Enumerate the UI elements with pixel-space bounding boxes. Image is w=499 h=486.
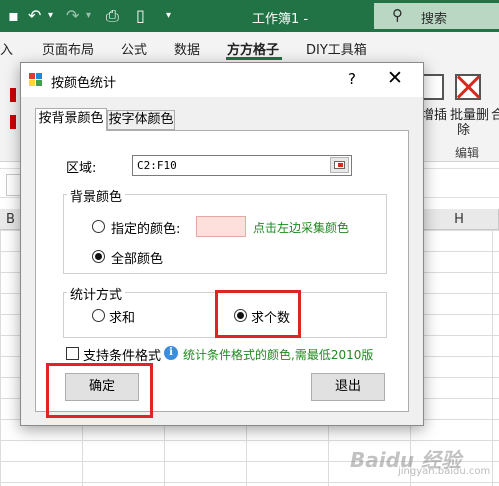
redo-dropdown-icon[interactable]: ▾: [86, 7, 91, 25]
conditional-format-checkbox[interactable]: [66, 347, 79, 360]
tab-data[interactable]: 数据: [174, 39, 200, 58]
column-header-h[interactable]: H: [420, 209, 499, 230]
ribbon-left-icon-2[interactable]: [10, 115, 16, 129]
range-input[interactable]: C2:F10: [132, 155, 352, 176]
insert-icon[interactable]: [422, 74, 444, 100]
info-icon: i: [164, 346, 178, 360]
search-label: 搜索: [421, 12, 448, 27]
new-file-icon[interactable]: ▯: [136, 7, 145, 25]
save-icon[interactable]: ▪: [8, 7, 19, 25]
ribbon-tab-bar: 入 页面布局 公式 数据 方方格子 DIY工具箱: [0, 32, 499, 60]
insert-button-label[interactable]: 增插: [421, 104, 447, 123]
specified-color-label[interactable]: 指定的颜色:: [111, 218, 180, 237]
column-header-b[interactable]: B: [0, 209, 22, 230]
tab-diy-toolbox[interactable]: DIY工具箱: [306, 39, 367, 58]
dialog-app-icon: [29, 73, 43, 87]
conditional-format-label[interactable]: 支持条件格式: [83, 345, 161, 364]
all-colors-label[interactable]: 全部颜色: [111, 248, 163, 267]
ribbon-left-icon[interactable]: [10, 88, 16, 102]
search-box[interactable]: ⚲ 搜索: [374, 3, 499, 29]
undo-dropdown-icon[interactable]: ▾: [48, 7, 53, 25]
ribbon-group-edit: 编辑: [455, 146, 480, 160]
workbook-title: 工作簿1 -: [252, 12, 309, 27]
stat-method-group-title: 统计方式: [67, 284, 126, 303]
redo-icon[interactable]: ↷: [66, 7, 79, 25]
batch-delete-icon[interactable]: [455, 74, 481, 100]
radio-specified-color[interactable]: [92, 220, 105, 233]
customize-toolbar-icon[interactable]: ▾: [166, 7, 171, 25]
tab-page-layout[interactable]: 页面布局: [42, 39, 94, 58]
dialog-title: 按颜色统计: [51, 76, 117, 91]
radio-all-colors[interactable]: [92, 250, 105, 263]
conditional-format-note: 统计条件格式的颜色,需最低2010版: [183, 348, 374, 362]
batch-delete-label-2[interactable]: 除: [457, 119, 470, 138]
sum-label[interactable]: 求和: [109, 307, 135, 326]
search-icon: ⚲: [392, 6, 403, 24]
tab-formulas[interactable]: 公式: [121, 39, 147, 58]
range-select-icon: [334, 161, 345, 169]
exit-button[interactable]: 退出: [311, 373, 385, 401]
tab-by-background-color[interactable]: 按背景颜色: [35, 108, 107, 131]
pick-color-hint: 点击左边采集颜色: [253, 221, 350, 235]
watermark-url: jingyan.baidu.com: [398, 466, 491, 477]
help-icon[interactable]: ?: [348, 70, 356, 88]
tab-insert[interactable]: 入: [0, 39, 13, 58]
tab-by-font-color[interactable]: 按字体颜色: [107, 110, 175, 130]
quick-print-icon[interactable]: ⎙: [106, 7, 119, 25]
excel-titlebar: ▪ ↶ ▾ ↷ ▾ ⎙ ▯ ▾ 工作簿1 - ⚲ 搜索: [0, 0, 499, 32]
radio-sum[interactable]: [92, 309, 105, 322]
highlight-ok-button: [46, 363, 153, 418]
merge-button-label[interactable]: 合: [491, 104, 499, 123]
color-swatch[interactable]: [196, 216, 246, 237]
range-label: 区域:: [66, 161, 97, 176]
bg-color-group-title: 背景颜色: [67, 186, 126, 205]
close-icon[interactable]: ✕: [387, 67, 403, 89]
undo-icon[interactable]: ↶: [28, 7, 41, 25]
highlight-count-option: [215, 290, 301, 338]
tab-fangfang[interactable]: 方方格子: [227, 39, 279, 58]
range-select-button[interactable]: [330, 157, 349, 173]
dialog-titlebar[interactable]: 按颜色统计 ? ✕: [21, 63, 423, 97]
